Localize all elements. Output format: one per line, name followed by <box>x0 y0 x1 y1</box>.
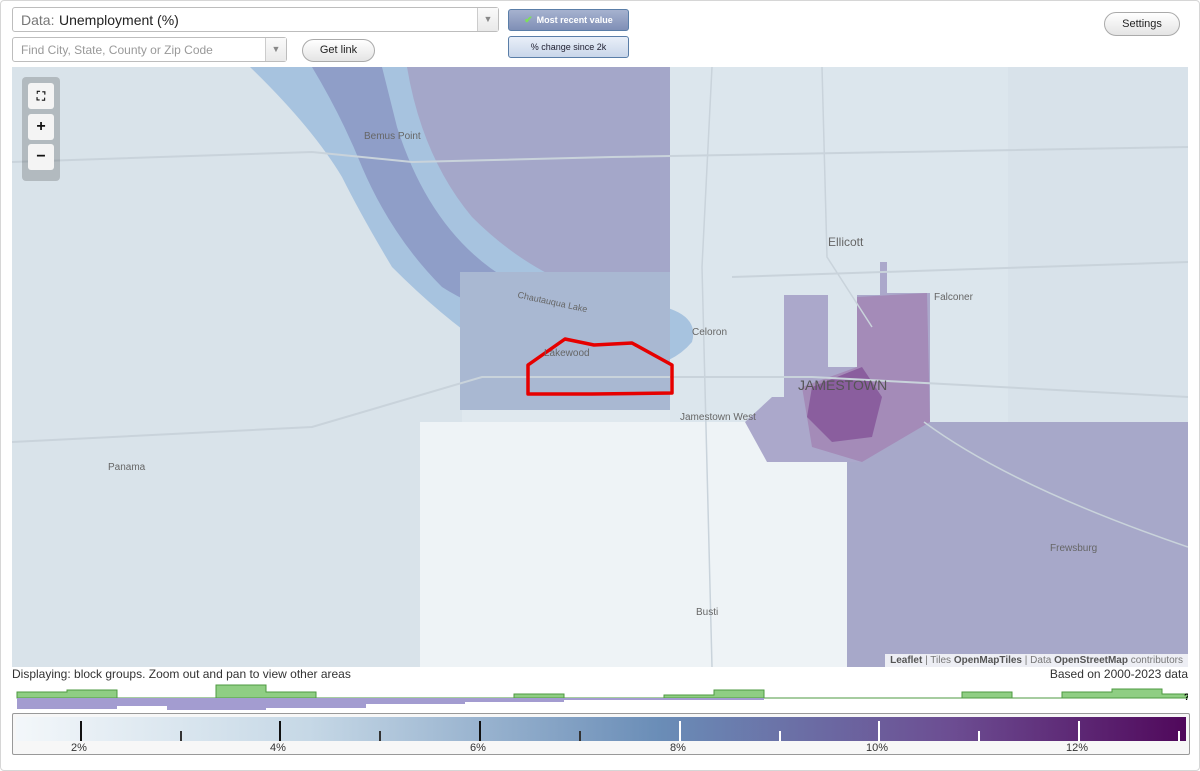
openstreetmap-link[interactable]: OpenStreetMap <box>1054 655 1128 666</box>
search-input[interactable] <box>13 38 263 61</box>
zoom-in-button[interactable]: + <box>28 114 54 140</box>
place-label: Frewsburg <box>1050 543 1098 554</box>
place-label: Ellicott <box>828 235 864 249</box>
place-label: Jamestown West <box>680 412 756 423</box>
legend-tick-major <box>279 721 281 741</box>
legend-gradient <box>16 717 1186 741</box>
place-label: Lakewood <box>544 348 590 359</box>
percent-change-toggle[interactable]: % change since 2k <box>508 36 629 58</box>
region-frewsburg[interactable] <box>847 422 1188 667</box>
legend-label: 8% <box>670 742 686 754</box>
legend-tick-major <box>878 721 880 741</box>
region-northeast[interactable] <box>1008 67 1188 422</box>
map-canvas[interactable] <box>12 67 1188 667</box>
place-label: Panama <box>108 462 146 473</box>
legend-label: 12% <box>1065 742 1089 754</box>
place-label: Busti <box>696 607 719 618</box>
attribution-text: | Tiles <box>922 655 954 666</box>
histogram-current <box>16 684 1188 699</box>
attribution-text: contributors <box>1127 655 1183 666</box>
legend-tick-major <box>80 721 82 741</box>
most-recent-value-toggle[interactable]: ✔ Most recent value <box>508 9 629 31</box>
choropleth-map[interactable]: Bemus Point Chautauqua Lake Ellicott Cel… <box>12 67 1188 667</box>
place-label: Celoron <box>692 327 728 338</box>
zoom-controls: ⛶ + − <box>22 77 60 181</box>
chevron-down-icon[interactable]: ▼ <box>265 38 286 61</box>
data-range-note: Based on 2000-2023 data <box>1049 667 1188 681</box>
data-select-label: Data: <box>21 12 55 28</box>
check-icon: ✔ <box>524 15 533 26</box>
place-label: Falconer <box>934 292 973 303</box>
legend-tick-major <box>679 721 681 741</box>
distribution-histogram: ? <box>16 684 1188 710</box>
help-icon[interactable]: ? <box>1184 692 1188 702</box>
histogram-baseline <box>17 698 764 710</box>
legend-label: 6% <box>470 742 486 754</box>
legend-tick-minor <box>978 731 980 741</box>
legend-tick-minor <box>579 731 581 741</box>
legend-tick-major <box>1078 721 1080 741</box>
fullscreen-icon[interactable]: ⛶ <box>28 83 54 109</box>
get-link-button[interactable]: Get link <box>302 39 375 62</box>
attribution-text: | Data <box>1022 655 1055 666</box>
chevron-down-icon[interactable]: ▼ <box>477 8 498 31</box>
displaying-note: Displaying: block groups. Zoom out and p… <box>12 667 351 681</box>
legend-label: 10% <box>865 742 889 754</box>
legend-tick-minor <box>779 731 781 741</box>
legend-tick-minor <box>379 731 381 741</box>
data-select-value: Unemployment (%) <box>59 12 179 28</box>
legend-label: 4% <box>270 742 286 754</box>
data-select[interactable]: Data: Unemployment (%) ▼ <box>12 7 499 32</box>
color-legend: 2% 4% 6% 8% 10% 12% <box>12 713 1190 755</box>
legend-label: 2% <box>71 742 87 754</box>
zoom-out-button[interactable]: − <box>28 144 54 170</box>
legend-tick-minor <box>180 731 182 741</box>
map-attribution: Leaflet | Tiles OpenMapTiles | Data Open… <box>885 654 1188 667</box>
place-label: Bemus Point <box>364 131 421 142</box>
place-label: JAMESTOWN <box>798 377 888 393</box>
legend-tick-major <box>479 721 481 741</box>
legend-tick-minor <box>1178 731 1180 741</box>
location-search[interactable]: ▼ <box>12 37 287 62</box>
leaflet-link[interactable]: Leaflet <box>890 655 922 666</box>
toggle-active-label: Most recent value <box>536 15 613 25</box>
openmaptiles-link[interactable]: OpenMapTiles <box>954 655 1022 666</box>
settings-button[interactable]: Settings <box>1104 12 1180 36</box>
